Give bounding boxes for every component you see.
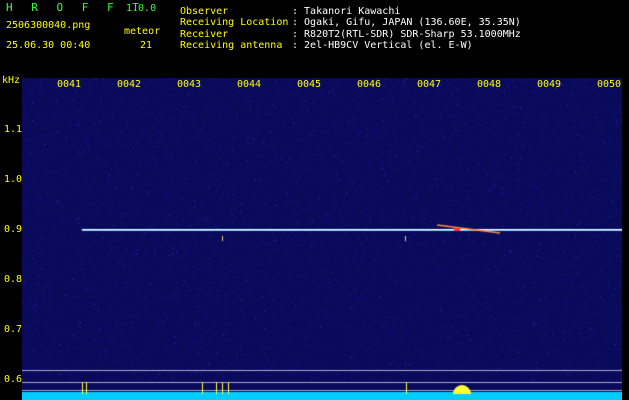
- spectrogram-canvas: [22, 78, 622, 400]
- date-time: 25.06.30 00:40: [6, 40, 91, 51]
- location-value: : Ogaki, Gifu, JAPAN (136.60E, 35.35N): [292, 17, 521, 28]
- header-panel: H R O F F T 1.0.0 2506300040.png meteor …: [0, 0, 629, 74]
- y-tick-label: 0.9: [4, 224, 23, 235]
- x-tick-label: 0043: [177, 79, 202, 90]
- y-axis-unit: kHz: [2, 75, 21, 86]
- antenna-value: : 2el-HB9CV Vertical (el. E-W): [292, 40, 473, 51]
- x-tick-label: 0046: [357, 79, 382, 90]
- x-tick-label: 0050: [597, 79, 622, 90]
- x-tick-label: 0045: [297, 79, 322, 90]
- x-tick-label: 0044: [237, 79, 262, 90]
- x-tick-label: 0041: [57, 79, 82, 90]
- x-tick-label: 0048: [477, 79, 502, 90]
- y-tick-label: 0.6: [4, 374, 23, 385]
- x-tick-label: 0042: [117, 79, 142, 90]
- y-tick-label: 1.0: [4, 174, 23, 185]
- y-tick-label: 1.1: [4, 124, 23, 135]
- x-tick-label: 0047: [417, 79, 442, 90]
- y-tick-label: 0.8: [4, 274, 23, 285]
- meteor-count: 21: [140, 40, 153, 51]
- meteor-label: meteor: [124, 26, 161, 37]
- location-label: Receiving Location: [180, 17, 289, 28]
- app-version: 1.0.0: [126, 3, 157, 14]
- app-name: H R O F F T: [6, 1, 145, 14]
- x-tick-label: 0049: [537, 79, 562, 90]
- y-tick-label: 0.7: [4, 324, 23, 335]
- antenna-label: Receiving antenna: [180, 40, 283, 51]
- file-name: 2506300040.png: [6, 20, 91, 31]
